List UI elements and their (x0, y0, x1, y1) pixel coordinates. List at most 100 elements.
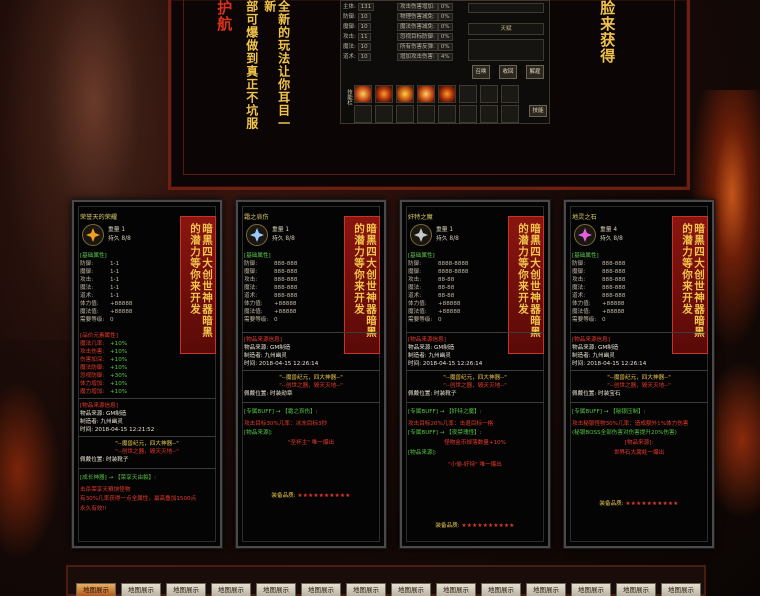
item-card: 荣誉天的荣耀 重量 1 持久 8/8 暗黑四大创世神器暗黑的潜力等你来开发 [基础属性]… (72, 200, 222, 548)
weight-text: 重量 1 (108, 227, 126, 233)
attr-row: 体力值: +88888 (244, 300, 340, 308)
attr-row: 需要等级: 0 (572, 316, 668, 324)
item-meta: 重量 1 持久 8/8 (436, 226, 459, 244)
attr-value: +88888 (438, 309, 461, 315)
attr-value: +88888 (274, 301, 297, 307)
divider (242, 370, 380, 371)
map-tab[interactable]: 地图展示 (211, 583, 251, 596)
skill-slot[interactable] (480, 85, 498, 103)
source-head: [物品来源信息] (408, 337, 446, 343)
attr-row: 魔御: 1-1 (80, 268, 176, 276)
map-tab[interactable]: 地图展示 (166, 583, 206, 596)
attr-row: 魔御: 888-888 (244, 268, 340, 276)
durability-text: 持久 8/8 (108, 236, 131, 242)
attr-row: 魔力增加: +10% (80, 388, 176, 396)
map-tab[interactable]: 地图展示 (256, 583, 296, 596)
item-card: 霜之哀伤 重量 1 持久 8/8 暗黑四大创世神器暗黑的潜力等你来开发 [基础属性] 防御… (236, 200, 386, 548)
divider (242, 402, 380, 403)
attr-value: 0 (110, 317, 114, 323)
attr-row: 魔法值: +88888 (572, 308, 668, 316)
skill-slot[interactable] (501, 105, 519, 123)
attr-label: 道术: (244, 293, 258, 299)
recall-button[interactable]: 收回 (499, 65, 517, 79)
attr-row: 道术: 888-888 (572, 292, 668, 300)
equip-position: 佩戴位置: 时装勋章 (244, 391, 293, 397)
map-tab[interactable]: 地图展示 (526, 583, 566, 596)
attr-row: 防御: 888-888 (244, 260, 340, 268)
stat-row: 所有伤害反弹: 0% (397, 43, 453, 52)
banner-text-red: 护航 (215, 0, 234, 32)
skill-slot[interactable] (459, 105, 477, 123)
attr-row: 体力值: +88888 (80, 300, 176, 308)
map-tab[interactable]: 地图展示 (391, 583, 431, 596)
attr-value: 888-888 (602, 277, 626, 283)
map-tab[interactable]: 地图展示 (481, 583, 521, 596)
skill-slot[interactable] (459, 85, 477, 103)
skill-button[interactable]: 技能 (529, 105, 547, 117)
divider (570, 370, 708, 371)
skill-slot[interactable] (396, 85, 414, 103)
attr-label: 魔力增加: (80, 389, 105, 395)
skill-slot[interactable] (354, 105, 372, 123)
skill-slot[interactable] (480, 105, 498, 123)
attr-label: 防御: (408, 261, 422, 267)
skill-slot[interactable] (375, 105, 393, 123)
durability-text: 持久 8/8 (436, 236, 459, 242)
skill-slot[interactable] (354, 85, 372, 103)
attr-value: +10% (110, 365, 128, 371)
stat-label: 道术: (343, 54, 356, 60)
section-heading: [基础属性] (244, 253, 271, 259)
legend-line: "--魔兽纪元，四大神器--" (607, 375, 671, 381)
attr-label: 魔御: (408, 269, 422, 275)
quality-label: 装备品质: (435, 523, 460, 529)
attr-row: 体力值: +88888 (572, 300, 668, 308)
source-head: [物品来源信息] (80, 403, 118, 409)
skill-bar-label: 技能栏 (346, 89, 352, 106)
map-tab[interactable]: 地图展示 (616, 583, 656, 596)
skill-slot[interactable] (396, 105, 414, 123)
stat-row: 魔御: 10 (343, 23, 371, 32)
attr-label: 攻击: (80, 277, 94, 283)
item-icon (410, 224, 432, 246)
skill-slot[interactable] (501, 85, 519, 103)
talent-field[interactable]: 天赋 (468, 23, 544, 35)
map-tab[interactable]: 地图展示 (121, 583, 161, 596)
attr-row: 魔法值: +88888 (244, 308, 340, 316)
map-tab[interactable]: 地图展示 (661, 583, 701, 596)
skill-slot[interactable] (375, 85, 393, 103)
attr-label: 体力值: (572, 301, 591, 307)
buff-desc: [专属BUFF] → 【夜禁瑰怪】: (408, 430, 482, 436)
map-tab[interactable]: 地图展示 (76, 583, 116, 596)
dismiss-button[interactable]: 解雇 (526, 65, 544, 79)
skill-slot[interactable] (417, 105, 435, 123)
summon-button[interactable]: 召唤 (472, 65, 490, 79)
map-tab[interactable]: 地图展示 (301, 583, 341, 596)
attr-value: +10% (110, 341, 128, 347)
skill-slot[interactable] (438, 85, 456, 103)
promo-tag: 暗黑四大创世神器暗黑的潜力等你来开发 (344, 216, 380, 354)
map-tab[interactable]: 地图展示 (571, 583, 611, 596)
attr-row: 需要等级: 0 (408, 316, 504, 324)
input-field[interactable] (468, 3, 544, 13)
skill-slot[interactable] (417, 85, 435, 103)
skill-slot[interactable] (438, 105, 456, 123)
attr-value: +10% (110, 349, 128, 355)
divider (78, 436, 216, 437)
quality-label: 装备品质: (271, 493, 296, 499)
attr-label: 防御: (572, 261, 586, 267)
source-head: [物品来源信息] (572, 337, 610, 343)
stat-row: 魔法: 10 (343, 43, 371, 52)
legend-line: "--创世之器，毁天灭地--" (115, 449, 179, 455)
attr-value: 1-1 (110, 269, 120, 275)
stat-row: 物理伤害减免: 0% (397, 13, 453, 22)
attr-row: 魔御: 888-888 (572, 268, 668, 276)
stat-value: 131 (357, 3, 375, 11)
attr-label: 魔法: (408, 285, 422, 291)
promo-tag: 暗黑四大创世神器暗黑的潜力等你来开发 (508, 216, 544, 354)
map-tab[interactable]: 地图展示 (346, 583, 386, 596)
attr-row: 道术: 888-888 (244, 292, 340, 300)
attr-label: 攻击: (408, 277, 422, 283)
attr-label: 体力值: (244, 301, 263, 307)
legend-line: "--创世之器，毁天灭地--" (607, 383, 671, 389)
map-tab[interactable]: 地图展示 (436, 583, 476, 596)
